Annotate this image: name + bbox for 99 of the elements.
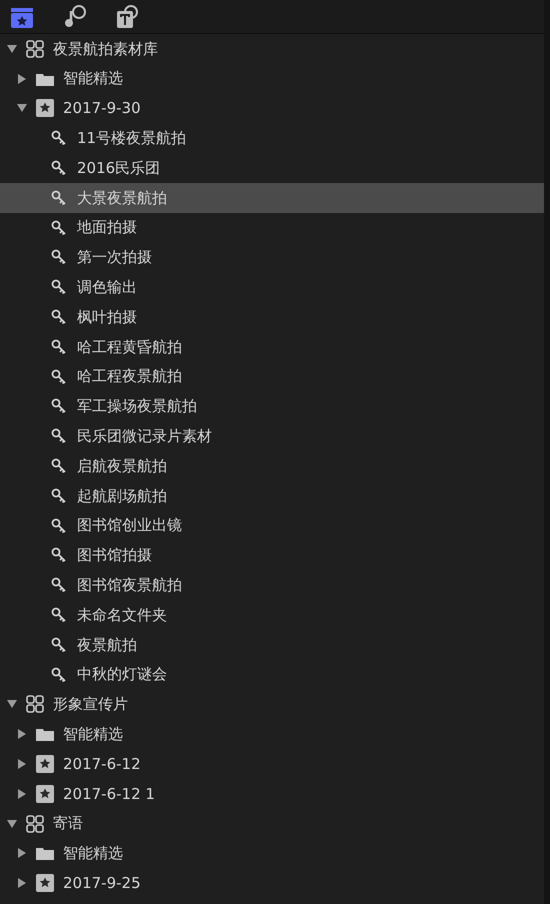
row-label: 2017-6-12 1 [63,784,155,805]
row-label: 智能精选 [63,724,123,745]
library-grid-icon [26,40,44,58]
library-grid-icon [26,814,44,833]
row-label: 图书馆夜景航拍 [77,574,182,596]
disclosure-triangle-icon[interactable] [17,74,27,84]
library-grid-icon [26,695,44,714]
row-label: 地面拍摄 [77,217,137,238]
key-icon [51,518,67,534]
tree-row[interactable]: 11号楼夜景航拍 [0,123,544,154]
tree-row[interactable]: 图书馆拍摄 [0,540,544,570]
row-label: 2017-6-12 [63,754,141,775]
row-label: 图书馆创业出镜 [77,515,182,536]
tree-row[interactable]: 图书馆夜景航拍 [0,570,544,600]
star-square-icon [36,784,54,803]
key-icon [51,368,67,385]
key-icon [51,607,67,624]
tree-row[interactable]: 2016民乐团 [0,153,544,183]
key-icon [51,666,67,683]
disclosure-triangle-icon[interactable] [17,103,27,114]
tree-row[interactable]: 2017-9-25 [0,868,544,898]
star-square-icon [36,99,54,118]
key-icon [51,130,67,146]
tree-row[interactable]: 启航夜景航拍 [0,451,544,481]
row-label: 调色输出 [77,277,137,298]
key-icon [51,577,67,594]
tree-row[interactable]: 中秋的灯谜会 [0,660,544,690]
row-label: 枫叶拍摄 [77,306,137,328]
row-label: 哈工程夜景航拍 [77,366,182,388]
key-icon [51,338,67,355]
disclosure-triangle-icon[interactable] [17,729,27,740]
tree-row[interactable]: 2017-9-30 [0,94,544,124]
row-label: 2016民乐团 [77,158,160,179]
tree-row[interactable]: 哈工程夜景航拍 [0,362,544,392]
row-label: 民乐团微记录片素材 [77,426,212,447]
tree-row[interactable]: 民乐团微记录片素材 [0,421,544,452]
row-label: 2017-9-30 [63,98,141,120]
key-icon [51,428,67,444]
tree-row[interactable]: 智能精选 [0,719,544,750]
row-label: 第一次拍摄 [77,247,152,268]
key-icon [51,220,67,236]
tree-row[interactable]: 枫叶拍摄 [0,302,544,332]
key-icon [51,190,67,206]
row-label: 启航夜景航拍 [77,456,167,477]
disclosure-triangle-icon[interactable] [17,788,27,799]
star-square-icon [36,755,54,774]
tree-row[interactable]: 图书馆创业出镜 [0,510,544,541]
tree-row[interactable]: 夜景航拍 [0,630,544,660]
row-label: 中秋的灯谜会 [77,664,167,686]
star-square-icon [36,874,54,892]
title-t-icon[interactable] [115,4,139,28]
tree-row[interactable]: 军工操场夜景航拍 [0,392,544,422]
tree-row[interactable]: 哈工程黄昏航拍 [0,332,544,362]
disclosure-triangle-icon[interactable] [7,699,17,710]
row-label: 图书馆拍摄 [77,545,152,566]
row-label: 11号楼夜景航拍 [77,128,186,150]
disclosure-triangle-icon[interactable] [7,818,17,829]
tree-row[interactable]: 大景夜景航拍 [0,182,544,213]
row-label: 夜景航拍素材库 [53,38,158,60]
tree-row[interactable]: 2017-6-12 [0,749,544,779]
tree-row[interactable]: 形象宣传片 [0,690,544,720]
row-label: 寄语 [53,813,83,834]
disclosure-triangle-icon[interactable] [17,878,27,888]
row-label: 未命名文件夹 [77,604,167,626]
tree-row[interactable]: 智能精选 [0,838,544,868]
tree-row[interactable]: 起航剧场航拍 [0,480,544,511]
key-icon [51,547,67,564]
key-icon [51,458,67,474]
tree-row[interactable]: 调色输出 [0,272,544,302]
row-label: 哈工程黄昏航拍 [77,336,182,358]
tree-row[interactable]: 夜景航拍素材库 [0,34,544,64]
key-icon [51,488,67,504]
folder-icon [36,72,54,86]
key-icon [51,160,67,176]
tree-row[interactable]: 寄语 [0,808,544,839]
row-label: 2017-9-25 [63,872,141,894]
tree-row[interactable]: 地面拍摄 [0,212,544,243]
key-icon [51,636,67,653]
tree-row[interactable]: 第一次拍摄 [0,242,544,272]
key-icon [51,279,67,296]
music-note-icon[interactable] [63,4,87,28]
key-icon [51,398,67,414]
disclosure-triangle-icon[interactable] [17,848,27,858]
row-label: 智能精选 [63,68,123,90]
row-label: 智能精选 [63,843,123,864]
tree-row[interactable]: 2017-6-12 1 [0,778,544,809]
disclosure-triangle-icon[interactable] [7,44,17,54]
key-icon [51,249,67,266]
tree-row[interactable]: 智能精选 [0,64,544,94]
disclosure-triangle-icon[interactable] [17,759,27,770]
tree-row[interactable]: 未命名文件夹 [0,600,544,630]
key-icon [51,309,67,326]
folder-icon [36,727,54,742]
row-label: 大景夜景航拍 [77,188,167,209]
row-label: 起航剧场航拍 [77,486,167,507]
row-label: 形象宣传片 [53,694,128,716]
folder-icon [36,846,54,860]
row-label: 夜景航拍 [77,634,137,656]
row-label: 军工操场夜景航拍 [77,396,197,418]
